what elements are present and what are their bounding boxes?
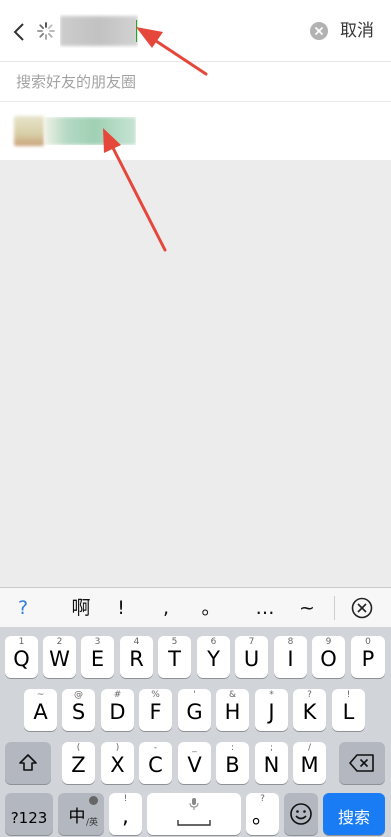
key-q[interactable]: 1Q <box>5 636 38 678</box>
key-k[interactable]: ? K <box>293 689 326 731</box>
key-m[interactable]: / M <box>293 742 326 784</box>
key-l[interactable]: ! L <box>332 689 365 731</box>
candidate-period[interactable]: 。 <box>198 588 224 628</box>
key-w[interactable]: 2W <box>43 636 76 678</box>
key-z[interactable]: (Z <box>62 742 95 784</box>
numbers-key[interactable]: ?123 <box>5 793 53 835</box>
key-j[interactable]: * J <box>255 689 288 731</box>
clear-icon[interactable] <box>308 20 330 42</box>
contact-name-redaction <box>44 117 136 145</box>
shift-icon <box>19 754 37 771</box>
candidate-tilde[interactable]: ~ <box>296 588 318 628</box>
key-f[interactable]: % F <box>139 689 172 731</box>
comma-key[interactable]: ! , <box>109 793 142 835</box>
space-key[interactable] <box>147 793 241 835</box>
microphone-icon <box>189 798 199 810</box>
key-e[interactable]: 3E <box>81 636 114 678</box>
key-o[interactable]: 9O <box>312 636 345 678</box>
key-p[interactable]: 0P <box>351 636 385 678</box>
loading-spinner-icon <box>37 22 55 40</box>
key-t[interactable]: 5T <box>158 636 191 678</box>
key-x[interactable]: ) X <box>101 742 134 784</box>
contact-name <box>44 117 136 145</box>
key-c[interactable]: -C <box>139 742 172 784</box>
key-u[interactable]: 7U <box>235 636 268 678</box>
key-i[interactable]: 8I <box>274 636 307 678</box>
candidate-question[interactable]: ? <box>10 588 36 628</box>
candidate-divider <box>334 596 335 620</box>
space-bar-icon <box>177 820 211 826</box>
period-key[interactable]: ? 。 <box>246 793 279 835</box>
search-key[interactable]: 搜索 <box>323 793 385 835</box>
key-s[interactable]: @ S <box>62 689 95 731</box>
search-input[interactable] <box>60 14 138 48</box>
language-switch-key[interactable]: 中 /英 <box>58 793 104 835</box>
candidate-exclaim[interactable]: ! <box>110 588 132 628</box>
key-n[interactable]: ; N <box>255 742 288 784</box>
key-y[interactable]: 6Y <box>197 636 230 678</box>
backspace-icon <box>349 754 374 772</box>
key-g[interactable]: ' G <box>178 689 211 731</box>
key-d[interactable]: # D <box>101 689 134 731</box>
candidate-ellipsis[interactable]: … <box>250 588 280 628</box>
search-moments-option[interactable]: 搜索好友的朋友圈 <box>0 62 391 102</box>
shift-key[interactable] <box>5 742 51 784</box>
search-bar: 取消 <box>0 0 391 62</box>
key-a[interactable]: ~ A <box>24 689 57 731</box>
text-cursor <box>136 20 137 42</box>
key-v[interactable]: _ V <box>178 742 211 784</box>
candidate-a[interactable]: 啊 <box>66 588 96 628</box>
backspace-key[interactable] <box>339 742 385 784</box>
candidate-comma[interactable]: , <box>156 588 176 628</box>
emoji-key[interactable] <box>284 793 318 835</box>
key-r[interactable]: 4R <box>120 636 153 678</box>
key-h[interactable]: & H <box>216 689 249 731</box>
contact-result-item[interactable] <box>0 102 391 160</box>
close-circle-icon[interactable] <box>350 596 374 620</box>
avatar <box>14 116 44 146</box>
keyboard: 1Q 2W 3E 4R 5T 6Y 7U 8I 9O 0P ~ A @ S # D %… <box>0 627 391 837</box>
emoji-icon <box>290 803 312 825</box>
search-query-redaction <box>60 16 138 46</box>
cancel-button[interactable]: 取消 <box>340 18 374 44</box>
back-arrow-icon[interactable] <box>8 18 32 46</box>
search-results: 搜索好友的朋友圈 <box>0 62 391 160</box>
key-b[interactable]: :B <box>216 742 249 784</box>
ime-candidate-bar: ? 啊 ! , 。 … ~ <box>0 587 391 627</box>
